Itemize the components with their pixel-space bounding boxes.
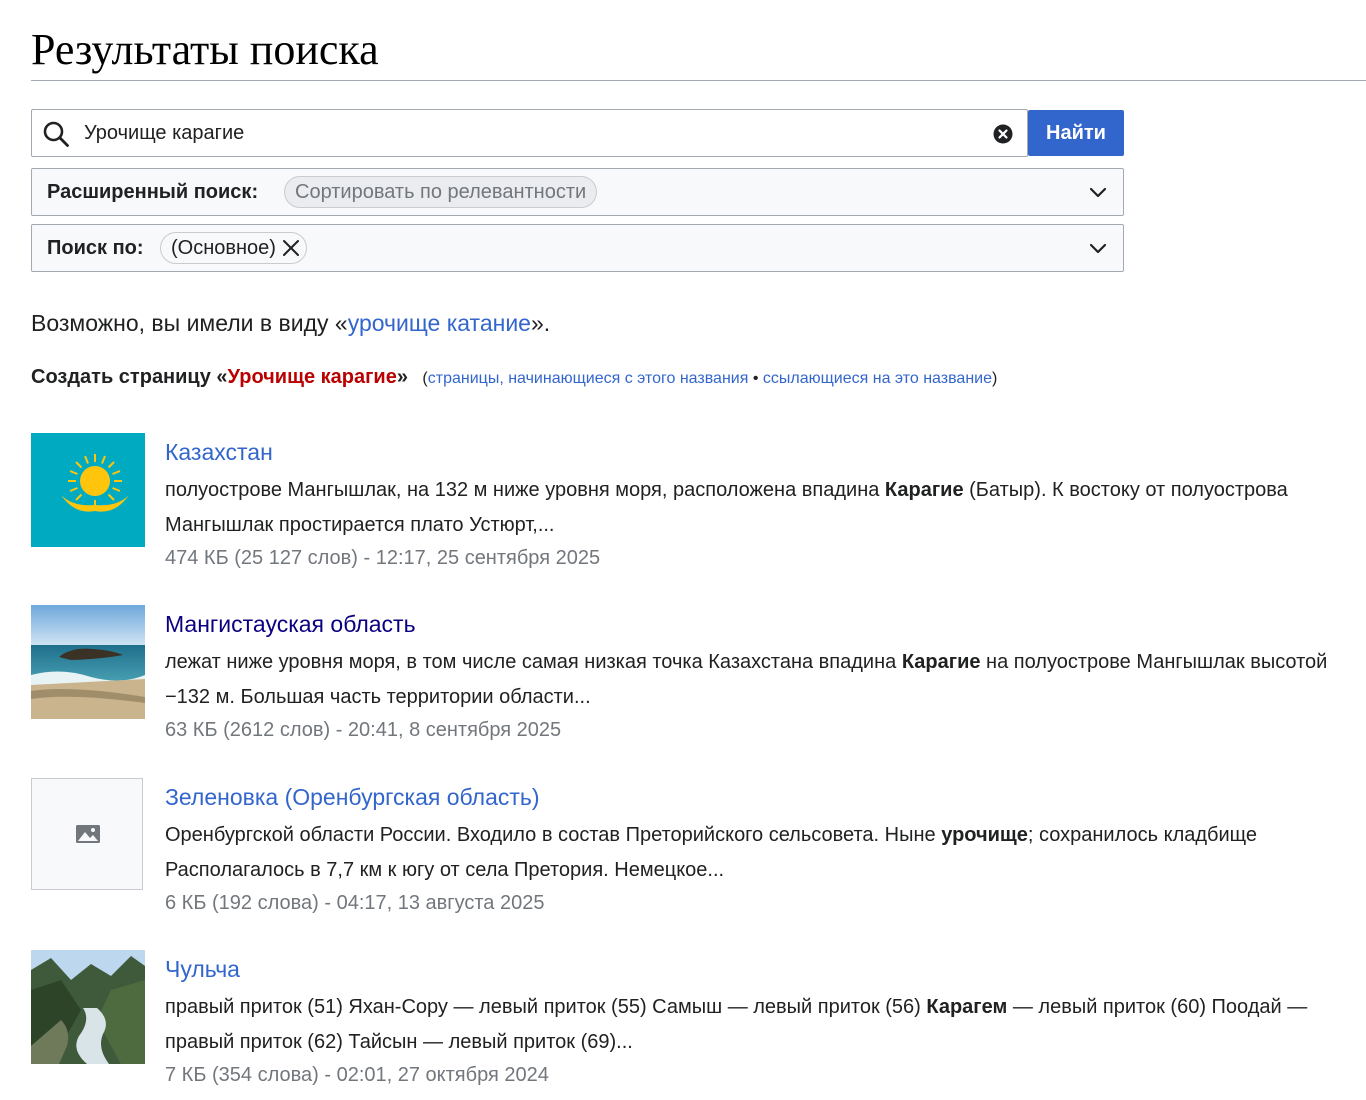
prefix-index-link[interactable]: страницы, начинающиеся с этого названия: [428, 370, 749, 387]
snippet-text: правый приток (51) Яхан-Сору — левый при…: [165, 996, 927, 1018]
paren-close: ): [992, 370, 998, 387]
snippet-match: Карагие: [884, 479, 964, 501]
snippet-text: лежат ниже уровня моря, в том числе сама…: [165, 651, 902, 673]
search-box[interactable]: [31, 109, 1028, 157]
sea-coast-photo[interactable]: [31, 605, 145, 719]
chevron-down-icon[interactable]: [1089, 240, 1107, 258]
did-you-mean-suffix: ».: [530, 310, 551, 336]
namespace-filter-bar[interactable]: Поиск по: (Основное): [31, 224, 1124, 272]
clear-search-icon[interactable]: [993, 124, 1013, 144]
search-input[interactable]: [84, 118, 974, 148]
what-links-here-link[interactable]: ссылающиеся на это название: [763, 370, 992, 387]
snippet-match: урочище: [941, 824, 1028, 846]
result-snippet: правый приток (51) Яхан-Сору — левый при…: [165, 990, 1345, 1060]
create-page-prefix: Создать страницу «: [31, 366, 228, 388]
page-title: Результаты поиска: [31, 25, 379, 74]
result-title[interactable]: Казахстан: [165, 435, 273, 469]
kazakhstan-flag-icon[interactable]: [31, 433, 145, 547]
namespace-chip[interactable]: (Основное): [160, 232, 307, 264]
create-page-link[interactable]: Урочище карагие: [228, 366, 397, 388]
snippet-match: Карагем: [926, 996, 1008, 1018]
result-meta: 474 КБ (25 127 слов) - 12:17, 25 сентябр…: [165, 547, 601, 569]
namespace-chip-label: (Основное): [171, 237, 276, 259]
suggestion-link[interactable]: урочище катание: [348, 310, 531, 336]
search-button[interactable]: Найти: [1028, 110, 1124, 156]
image-placeholder-icon: [31, 778, 143, 890]
search-results-page: Результаты поиска Найти Расширенный поис…: [0, 0, 1366, 1092]
result-snippet: лежат ниже уровня моря, в том числе сама…: [165, 645, 1345, 715]
chevron-down-icon[interactable]: [1089, 184, 1107, 202]
advanced-search-label: Расширенный поиск:: [47, 181, 259, 203]
snippet-match: Карагие: [901, 651, 981, 673]
result-title[interactable]: Чульча: [165, 952, 240, 986]
mountain-river-photo[interactable]: [31, 950, 145, 1064]
remove-chip-icon[interactable]: [282, 239, 300, 257]
snippet-text: Оренбургской области России. Входило в с…: [165, 824, 942, 846]
separator: •: [748, 370, 763, 387]
sort-chip[interactable]: Сортировать по релевантности: [284, 176, 598, 208]
create-page-notice: Создать страницу «Урочище карагие» (стра…: [31, 362, 997, 394]
create-page-suffix: »: [396, 366, 408, 388]
result-snippet: Оренбургской области России. Входило в с…: [165, 818, 1345, 888]
snippet-text: полуострове Мангышлак, на 132 м ниже уро…: [165, 479, 885, 501]
search-result: Казахстан полуострове Мангышлак, на 132 …: [31, 433, 1351, 583]
namespace-label: Поиск по:: [47, 237, 144, 259]
search-form: Найти: [31, 109, 1124, 157]
result-title[interactable]: Мангистауская область: [165, 607, 416, 641]
search-result: Мангистауская область лежат ниже уровня …: [31, 605, 1351, 755]
search-result: Зеленовка (Оренбургская область) Оренбур…: [31, 778, 1351, 928]
advanced-search-bar[interactable]: Расширенный поиск: Сортировать по релева…: [31, 168, 1124, 216]
result-meta: 7 КБ (354 слова) - 02:01, 27 октября 202…: [165, 1064, 549, 1086]
result-meta: 63 КБ (2612 слов) - 20:41, 8 сентября 20…: [165, 719, 562, 741]
related-links: (страницы, начинающиеся с этого названия…: [414, 370, 998, 387]
did-you-mean-prefix: Возможно, вы имели в виду «: [31, 310, 348, 336]
search-result: Чульча правый приток (51) Яхан-Сору — ле…: [31, 950, 1351, 1100]
title-divider: [31, 80, 1366, 81]
search-icon: [43, 121, 69, 147]
result-meta: 6 КБ (192 слова) - 04:17, 13 августа 202…: [165, 892, 545, 914]
result-snippet: полуострове Мангышлак, на 132 м ниже уро…: [165, 473, 1345, 543]
did-you-mean: Возможно, вы имели в виду «урочище катан…: [31, 306, 550, 340]
result-title[interactable]: Зеленовка (Оренбургская область): [165, 780, 540, 814]
